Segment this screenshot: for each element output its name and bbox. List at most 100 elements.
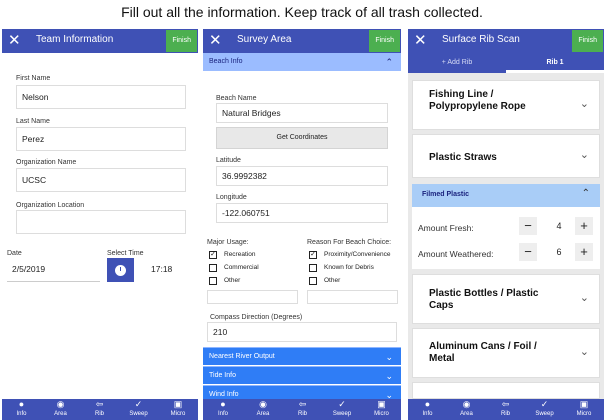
date-label: Date <box>7 250 22 257</box>
usage-other-checkbox[interactable] <box>209 277 217 285</box>
organization-name-field[interactable]: UCSC <box>16 168 186 192</box>
card-fishing-line[interactable]: Fishing Line / Polypropylene Rope ⌄ <box>412 80 600 130</box>
section-title: Nearest River Output <box>209 353 275 360</box>
nav-item-info[interactable]: ● Info <box>203 399 243 420</box>
recreation-checkbox[interactable]: ✓ <box>209 251 217 259</box>
card-plastic-straws[interactable]: Plastic Straws ⌄ <box>412 134 600 178</box>
screen-title: Surface Rib Scan <box>442 34 520 45</box>
beach-name-label: Beach Name <box>216 95 257 102</box>
chevron-down-icon: ⌄ <box>579 346 589 358</box>
fresh-value: 4 <box>556 221 562 231</box>
chevron-down-icon: ⌄ <box>579 98 589 110</box>
weathered-decrement-button[interactable]: − <box>519 243 537 261</box>
fresh-decrement-button[interactable]: − <box>519 217 537 235</box>
nav-item-area[interactable]: ◉ Area <box>243 399 283 420</box>
active-tab-indicator <box>506 70 604 73</box>
nav-label: Info <box>422 411 433 417</box>
nav-label: Area <box>460 411 473 417</box>
nav-item-micro[interactable]: ▣ Micro <box>158 399 198 420</box>
time-field[interactable]: 17:18 <box>137 258 197 282</box>
broom-icon: ✓ <box>540 399 549 409</box>
known-for-debris-checkbox[interactable] <box>309 264 317 272</box>
card-plastic-bottles[interactable]: Plastic Bottles / Plastic Caps ⌄ <box>412 274 600 324</box>
last-name-field[interactable]: Perez <box>16 127 186 151</box>
reason-other-label: Other <box>324 277 341 284</box>
commercial-label: Commercial <box>224 264 259 271</box>
first-name-field[interactable]: Nelson <box>16 85 186 109</box>
chevron-up-icon: ⌃ <box>385 57 393 67</box>
card-aluminum-cans[interactable]: Aluminum Cans / Foil / Metal ⌄ <box>412 328 600 378</box>
list-arrow-icon: ⇦ <box>95 399 104 409</box>
bottom-nav: ● Info ◉ Area ⇦ Rib ✓ Sweep ▣ Micro <box>2 399 198 420</box>
commercial-checkbox[interactable] <box>209 264 217 272</box>
surface-rib-scan-screen: ✕ Surface Rib Scan Finish + Add Rib Rib … <box>408 29 604 420</box>
chevron-down-icon: ⌄ <box>385 352 393 362</box>
nav-item-area[interactable]: ◉ Area <box>41 399 80 420</box>
close-icon[interactable]: ✕ <box>209 31 222 51</box>
filmed-plastic-header[interactable]: Filmed Plastic ⌃ <box>412 184 600 207</box>
nav-item-rib[interactable]: ⇦ Rib <box>80 399 119 420</box>
globe-icon: ◉ <box>259 399 267 409</box>
list-arrow-icon: ⇦ <box>501 399 510 409</box>
organization-location-field[interactable] <box>16 210 186 234</box>
weathered-increment-button[interactable]: + <box>575 243 593 261</box>
amount-weathered-label: Amount Weathered: <box>418 249 494 259</box>
bottom-nav: ● Info ◉ Area ⇦ Rib ✓ Sweep ▣ Micro <box>203 399 401 420</box>
nearest-river-output-section-header[interactable]: Nearest River Output ⌄ <box>203 347 401 365</box>
reason-other-checkbox[interactable] <box>309 277 317 285</box>
get-coordinates-button[interactable]: Get Coordinates <box>216 127 388 149</box>
finish-button[interactable]: Finish <box>572 30 603 52</box>
nav-item-info[interactable]: ● Info <box>408 399 447 420</box>
usage-other-input[interactable] <box>207 290 298 304</box>
recreation-label: Recreation <box>224 251 256 258</box>
beach-name-field[interactable]: Natural Bridges <box>216 103 388 123</box>
nav-item-rib[interactable]: ⇦ Rib <box>283 399 322 420</box>
beach-info-section-header[interactable]: Beach Info ⌃ <box>203 53 401 71</box>
tide-info-section-header[interactable]: Tide Info ⌄ <box>203 366 401 384</box>
nav-item-sweep[interactable]: ✓ Sweep <box>525 399 564 420</box>
person-icon: ● <box>18 399 25 409</box>
nav-item-micro[interactable]: ▣ Micro <box>564 399 604 420</box>
select-time-label: Select Time <box>107 250 144 257</box>
section-title: Tide Info <box>209 372 236 379</box>
select-time-button[interactable] <box>107 258 134 282</box>
longitude-field[interactable]: -122.060751 <box>216 203 388 223</box>
nav-item-info[interactable]: ● Info <box>2 399 41 420</box>
globe-icon: ◉ <box>462 399 471 409</box>
close-icon[interactable]: ✕ <box>8 31 21 51</box>
proximity-checkbox[interactable]: ✓ <box>309 251 317 259</box>
person-icon: ● <box>220 399 226 409</box>
screen-title: Team Information <box>36 34 114 45</box>
amount-fresh-label: Amount Fresh: <box>418 223 474 233</box>
nav-item-micro[interactable]: ▣ Micro <box>362 399 401 420</box>
nav-item-rib[interactable]: ⇦ Rib <box>486 399 525 420</box>
nav-label: Sweep <box>129 411 148 417</box>
card-next-partial[interactable] <box>412 382 600 399</box>
filmed-plastic-body: Amount Fresh: − 4 + Amount Weathered: − … <box>412 207 600 269</box>
nav-label: Micro <box>374 411 389 417</box>
team-information-screen: ✕ Team Information Finish First Name Nel… <box>2 29 198 420</box>
tab-add-rib[interactable]: + Add Rib <box>408 53 506 73</box>
fresh-increment-button[interactable]: + <box>575 217 593 235</box>
nav-label: Micro <box>170 411 186 417</box>
finish-button[interactable]: Finish <box>166 30 197 52</box>
date-field[interactable]: 2/5/2019 <box>7 258 100 282</box>
compass-direction-field[interactable]: 210 <box>207 322 397 342</box>
usage-other-label: Other <box>224 277 241 284</box>
card-title: Plastic Bottles / Plastic Caps <box>429 288 539 311</box>
card-title: Aluminum Cans / Foil / Metal <box>429 341 537 364</box>
reason-other-input[interactable] <box>307 290 398 304</box>
broom-icon: ✓ <box>134 399 143 409</box>
nav-label: Area <box>256 411 270 417</box>
first-name-label: First Name <box>16 75 51 82</box>
close-icon[interactable]: ✕ <box>414 31 427 51</box>
nav-item-sweep[interactable]: ✓ Sweep <box>322 399 362 420</box>
chevron-down-icon: ⌄ <box>385 371 393 381</box>
finish-button[interactable]: Finish <box>369 30 400 52</box>
organization-location-label: Organization Location <box>16 202 85 209</box>
broom-icon: ✓ <box>338 399 346 409</box>
latitude-field[interactable]: 36.9992382 <box>216 166 388 186</box>
nav-item-area[interactable]: ◉ Area <box>447 399 486 420</box>
bottom-nav: ● Info ◉ Area ⇦ Rib ✓ Sweep ▣ Micro <box>408 399 604 420</box>
nav-item-sweep[interactable]: ✓ Sweep <box>119 399 158 420</box>
